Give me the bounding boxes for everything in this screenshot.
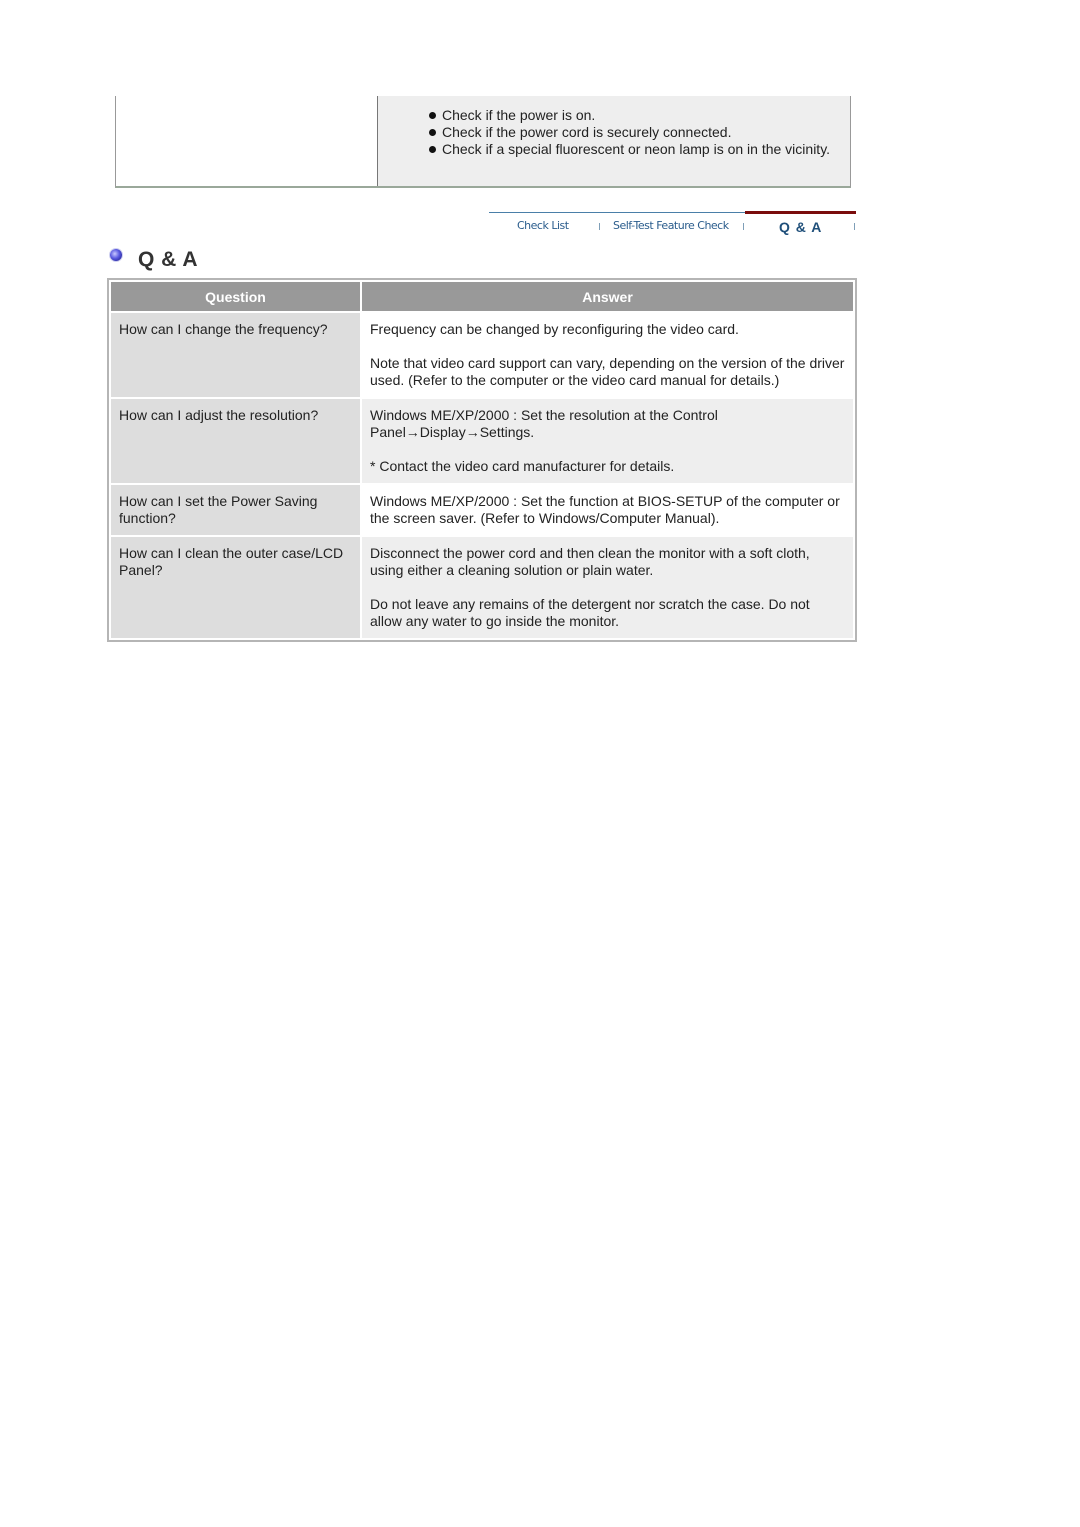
tab-separator: [599, 223, 600, 230]
question-cell: How can I adjust the resolution?: [111, 399, 360, 483]
table-header-row: Question Answer: [111, 282, 853, 311]
tab-check-list[interactable]: Check List: [517, 219, 569, 232]
answer-paragraph: * Contact the video card manufacturer fo…: [370, 458, 675, 474]
answer-cell: Windows ME/XP/2000 : Set the function at…: [362, 485, 853, 535]
checklist-item: Check if the power cord is securely conn…: [429, 124, 850, 141]
answer-paragraph: Note that video card support can vary, d…: [370, 355, 845, 388]
checklist: Check if the power is on. Check if the p…: [378, 96, 850, 158]
answer-cell: Windows ME/XP/2000 : Set the resolution …: [362, 399, 853, 483]
previous-table-left-cell: [116, 96, 378, 186]
answer-paragraph: Frequency can be changed by reconfigurin…: [370, 321, 739, 337]
section-heading: Q & A: [110, 246, 198, 274]
answer-paragraph: Do not leave any remains of the detergen…: [370, 596, 810, 629]
checklist-item: Check if the power is on.: [429, 107, 850, 124]
table-row: How can I change the frequency? Frequenc…: [111, 313, 853, 397]
previous-table-right-cell: Check if the power is on. Check if the p…: [378, 96, 850, 186]
answer-paragraph: Windows ME/XP/2000 : Set the function at…: [370, 493, 840, 526]
table-row: How can I clean the outer case/LCD Panel…: [111, 537, 853, 638]
qa-table: Question Answer How can I change the fre…: [107, 278, 857, 642]
question-cell: How can I set the Power Saving function?: [111, 485, 360, 535]
answer-paragraph: Disconnect the power cord and then clean…: [370, 545, 810, 578]
table-row: How can I set the Power Saving function?…: [111, 485, 853, 535]
column-header-answer: Answer: [362, 282, 853, 311]
answer-cell: Disconnect the power cord and then clean…: [362, 537, 853, 638]
previous-table-fragment: Check if the power is on. Check if the p…: [115, 96, 851, 188]
question-cell: How can I clean the outer case/LCD Panel…: [111, 537, 360, 638]
page-title: Q & A: [138, 248, 199, 271]
tab-separator: [854, 223, 855, 230]
nav-active-indicator: [745, 211, 856, 214]
tab-separator: [743, 223, 744, 230]
section-nav: Check List Self-Test Feature Check Q & A: [489, 211, 856, 238]
column-header-question: Question: [111, 282, 360, 311]
question-cell: How can I change the frequency?: [111, 313, 360, 397]
nav-underline: [489, 212, 745, 213]
tab-self-test-feature-check[interactable]: Self-Test Feature Check: [613, 219, 729, 232]
blue-bullet-icon: [110, 249, 122, 261]
table-row: How can I adjust the resolution? Windows…: [111, 399, 853, 483]
answer-cell: Frequency can be changed by reconfigurin…: [362, 313, 853, 397]
tab-q-and-a[interactable]: Q & A: [779, 219, 822, 235]
checklist-item: Check if a special fluorescent or neon l…: [429, 141, 850, 158]
answer-paragraph: Windows ME/XP/2000 : Set the resolution …: [370, 407, 718, 440]
